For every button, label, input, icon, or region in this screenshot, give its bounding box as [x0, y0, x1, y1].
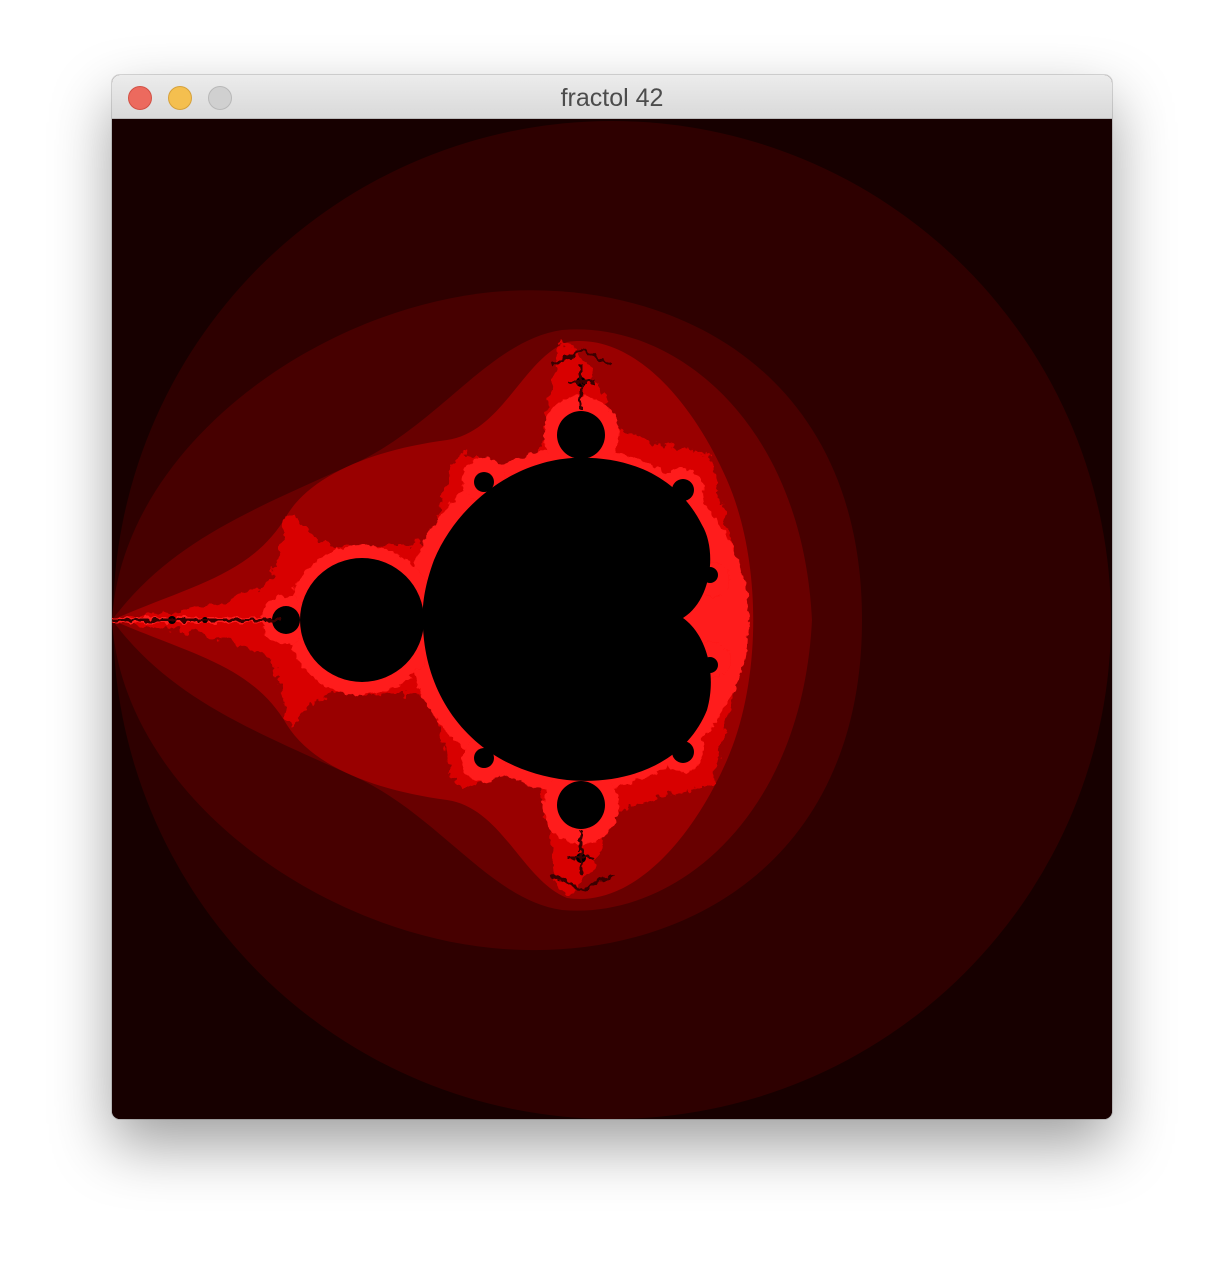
period-2-bulb [300, 558, 424, 682]
app-window: fractol 42 [112, 75, 1112, 1119]
title-bar[interactable]: fractol 42 [112, 75, 1112, 119]
top-bulb [557, 411, 605, 459]
mandelbrot-render [112, 120, 1112, 1119]
fractal-canvas[interactable] [112, 120, 1112, 1119]
window-title: fractol 42 [560, 84, 664, 112]
bottom-bulb [557, 781, 605, 829]
